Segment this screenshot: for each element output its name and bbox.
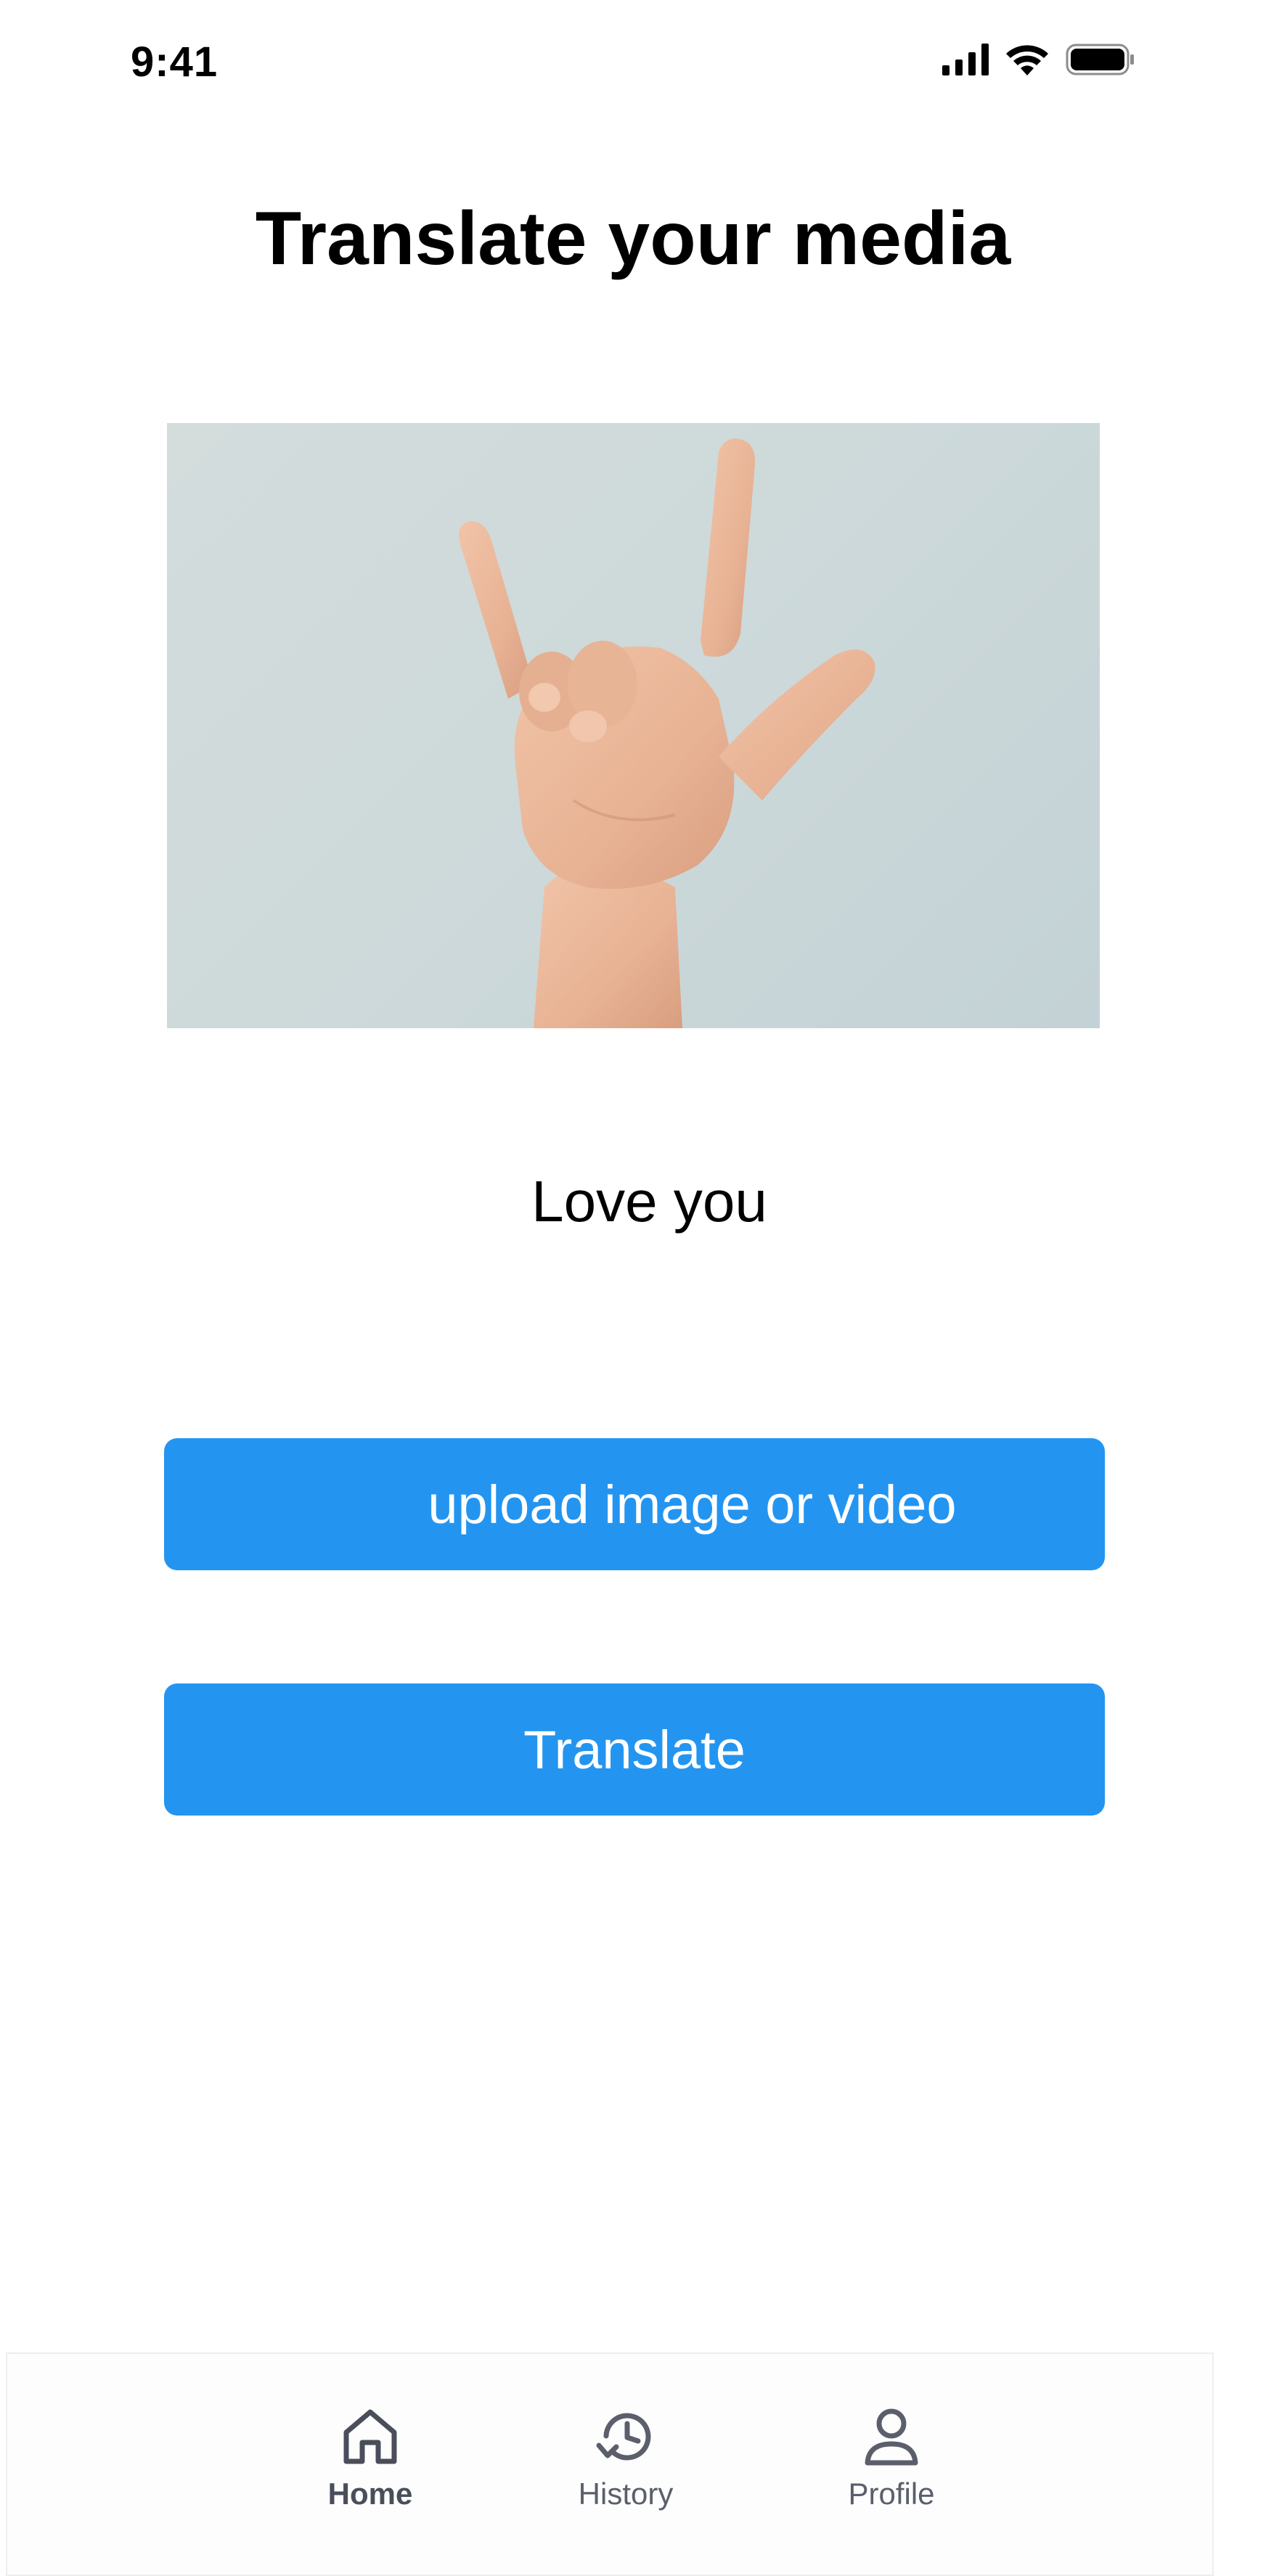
home-icon [339, 2405, 401, 2471]
status-icons [942, 44, 1135, 79]
nav-item-profile[interactable]: Profile [812, 2405, 971, 2511]
nav-item-history[interactable]: History [546, 2405, 706, 2511]
history-icon [595, 2405, 657, 2471]
translation-result: Love you [531, 1169, 767, 1234]
profile-icon [860, 2405, 923, 2471]
nav-item-home[interactable]: Home [290, 2405, 450, 2511]
translate-button[interactable]: Translate [164, 1683, 1105, 1816]
wifi-icon [1006, 44, 1048, 79]
status-time: 9:41 [131, 38, 219, 86]
page-title: Translate your media [255, 197, 1011, 281]
battery-icon [1066, 44, 1135, 79]
nav-label-history: History [578, 2477, 674, 2511]
bottom-nav: Home History Profile [6, 2353, 1214, 2576]
nav-label-profile: Profile [848, 2477, 935, 2511]
cellular-signal-icon [942, 44, 989, 79]
hand-sign-photo [458, 438, 875, 1028]
upload-media-button[interactable]: upload image or video [164, 1438, 1105, 1570]
media-preview-image [167, 423, 1100, 1028]
nav-label-home: Home [327, 2477, 413, 2511]
status-bar: 9:41 [0, 0, 1266, 131]
